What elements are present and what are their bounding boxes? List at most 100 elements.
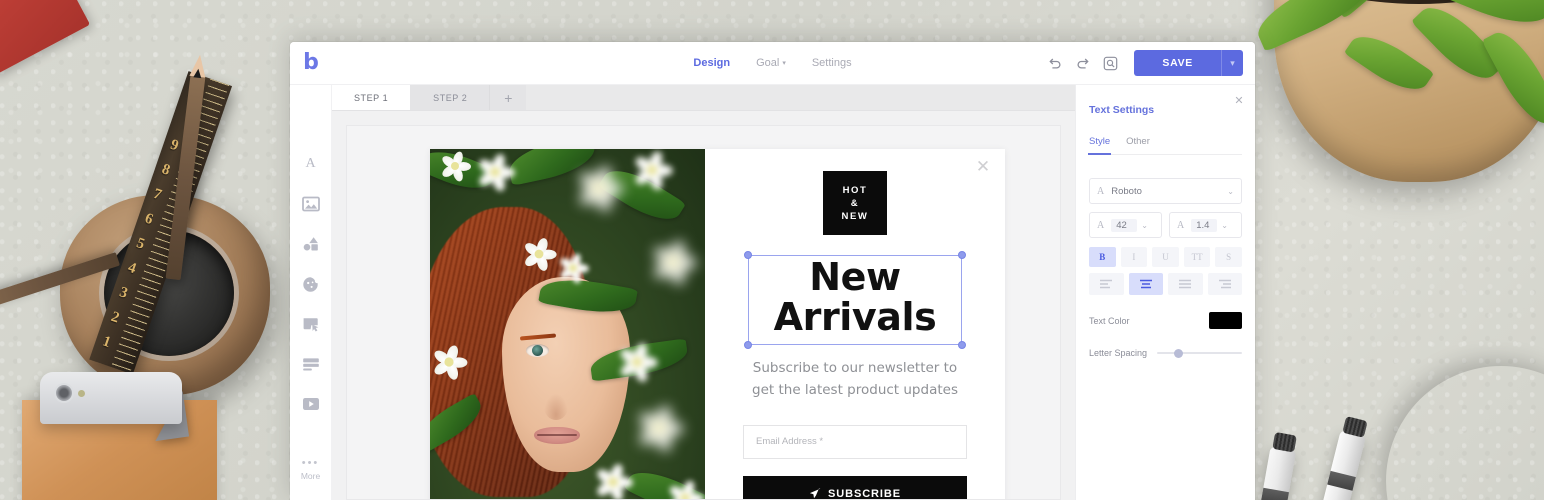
photo-eye: [526, 344, 549, 357]
text-color-row: Text Color: [1089, 312, 1242, 329]
phone-flash-icon: [78, 390, 85, 397]
editor: STEP 1 STEP 2 + ✕ HOT & NEW New Arrivals…: [332, 85, 1075, 500]
line-height-value: 1.4: [1191, 218, 1218, 232]
resize-handle-bottom-left[interactable]: [744, 340, 752, 349]
headline-selection[interactable]: New Arrivals: [744, 251, 966, 349]
tube-cap: [1272, 431, 1297, 453]
add-step-button[interactable]: +: [490, 85, 527, 110]
photo-nose: [544, 394, 568, 420]
popup-close-icon[interactable]: ✕: [973, 157, 993, 177]
text-tool-label: A: [305, 156, 316, 171]
font-size-select[interactable]: A 42 ⌄: [1089, 212, 1162, 238]
canvas[interactable]: ✕ HOT & NEW New Arrivals Subscribe to ou…: [346, 125, 1061, 500]
subscribe-button[interactable]: SUBSCRIBE: [743, 475, 967, 499]
photo-flower: [630, 149, 674, 192]
nav-item-label: Goal: [756, 57, 780, 69]
photo-flower: [474, 151, 517, 194]
more-dots-icon: •••: [301, 457, 320, 469]
smartphone: [40, 372, 182, 424]
badge-line: HOT: [842, 184, 868, 196]
popup-headline[interactable]: New Arrivals: [749, 257, 961, 338]
photo-flower: [592, 461, 635, 499]
panel-tabs: Style Other: [1087, 136, 1242, 155]
photo-flower: [615, 340, 659, 384]
resize-handle-top-right[interactable]: [958, 251, 966, 259]
align-right-button[interactable]: [1207, 273, 1242, 295]
nav-item-label: Settings: [811, 57, 852, 69]
photo-lips: [534, 427, 580, 444]
phone-camera-icon: [56, 385, 72, 401]
panel-tab-other[interactable]: Other: [1126, 136, 1150, 154]
video-tool[interactable]: [298, 391, 324, 417]
strikethrough-button[interactable]: S: [1215, 247, 1242, 267]
step-tab-1[interactable]: STEP 1: [332, 85, 412, 110]
text-style-buttons: B I U TT S: [1089, 247, 1242, 267]
align-left-button[interactable]: [1089, 273, 1124, 295]
send-icon: [809, 488, 821, 499]
popup-content: ✕ HOT & NEW New Arrivals Subscribe to ou…: [705, 149, 1005, 499]
step-tabs: STEP 1 STEP 2 +: [332, 85, 1075, 111]
align-justify-icon: [1179, 279, 1192, 289]
chevron-down-icon: ⌄: [1227, 186, 1234, 196]
text-align-buttons: [1089, 273, 1242, 295]
resize-handle-bottom-right[interactable]: [958, 340, 966, 349]
panel-title: Text Settings: [1089, 104, 1155, 116]
nav-item-goal[interactable]: Goal ▾: [756, 57, 786, 69]
main-nav: Design Goal ▾ Settings: [290, 57, 1255, 69]
align-left-icon: [1100, 279, 1113, 289]
photo-flower: [665, 478, 705, 499]
bold-button[interactable]: B: [1089, 247, 1116, 267]
text-color-swatch[interactable]: [1209, 312, 1242, 329]
top-bar: b Design Goal ▾ Settings SAVE ▾: [290, 42, 1255, 85]
nav-item-design[interactable]: Design: [693, 57, 730, 69]
panel-tab-label: Other: [1126, 136, 1150, 147]
chevron-down-icon: ▾: [782, 60, 786, 67]
text-settings-panel: ✕ Text Settings Style Other A Roboto ⌄ A…: [1075, 85, 1255, 500]
hot-new-badge[interactable]: HOT & NEW: [823, 171, 887, 235]
photo-flower: [438, 149, 472, 183]
panel-close-icon[interactable]: ✕: [1232, 93, 1246, 107]
popup-subcopy[interactable]: Subscribe to our newsletter to get the l…: [749, 357, 961, 401]
uppercase-button[interactable]: TT: [1183, 247, 1211, 267]
font-family-value: Roboto: [1111, 185, 1142, 197]
chevron-down-icon: ⌄: [1221, 220, 1228, 230]
workspace: A ••• More STEP 1 STEP 2 + ✕ HOT & NEW N…: [290, 85, 1255, 500]
resize-handle-top-left[interactable]: [744, 251, 752, 259]
button-tool[interactable]: [298, 311, 324, 337]
align-justify-button[interactable]: [1168, 273, 1203, 295]
photo-flower: [430, 342, 469, 381]
text-color-label: Text Color: [1089, 315, 1130, 326]
letter-spacing-slider-thumb[interactable]: [1173, 348, 1183, 358]
canvas-area[interactable]: ✕ HOT & NEW New Arrivals Subscribe to ou…: [332, 111, 1075, 500]
more-tools-button[interactable]: ••• More: [300, 457, 321, 482]
tube-label: [1260, 487, 1289, 500]
letter-spacing-slider[interactable]: [1157, 348, 1242, 358]
align-right-icon: [1218, 279, 1231, 289]
underline-button[interactable]: U: [1152, 247, 1179, 267]
nav-item-label: Design: [693, 57, 731, 69]
nav-item-settings[interactable]: Settings: [812, 57, 852, 69]
font-glyph-icon: A: [1097, 185, 1105, 197]
text-tool[interactable]: A: [298, 151, 324, 177]
panel-tab-style[interactable]: Style: [1087, 136, 1112, 155]
image-tool[interactable]: [298, 191, 324, 217]
form-tool[interactable]: [298, 351, 324, 377]
letter-spacing-row: Letter Spacing: [1089, 348, 1242, 358]
align-center-icon: [1139, 279, 1152, 289]
line-height-glyph-icon: A: [1177, 219, 1185, 231]
pencil-tip-icon: [189, 53, 208, 78]
shapes-tool[interactable]: [298, 231, 324, 257]
email-input[interactable]: Email Address *: [743, 424, 967, 459]
italic-button[interactable]: I: [1120, 247, 1148, 267]
headline-selection-box[interactable]: New Arrivals: [748, 255, 962, 345]
chevron-down-icon: ⌄: [1141, 220, 1148, 230]
photo-flower: [574, 163, 625, 214]
step-tab-2[interactable]: STEP 2: [411, 85, 491, 110]
line-height-select[interactable]: A 1.4 ⌄: [1169, 212, 1242, 238]
more-tools-label: More: [300, 471, 321, 481]
popup-hero-image[interactable]: [430, 149, 705, 499]
tube-label: [1327, 470, 1356, 491]
align-center-button[interactable]: [1128, 273, 1163, 295]
font-family-select[interactable]: A Roboto ⌄: [1089, 178, 1242, 204]
social-tool[interactable]: [298, 271, 324, 297]
